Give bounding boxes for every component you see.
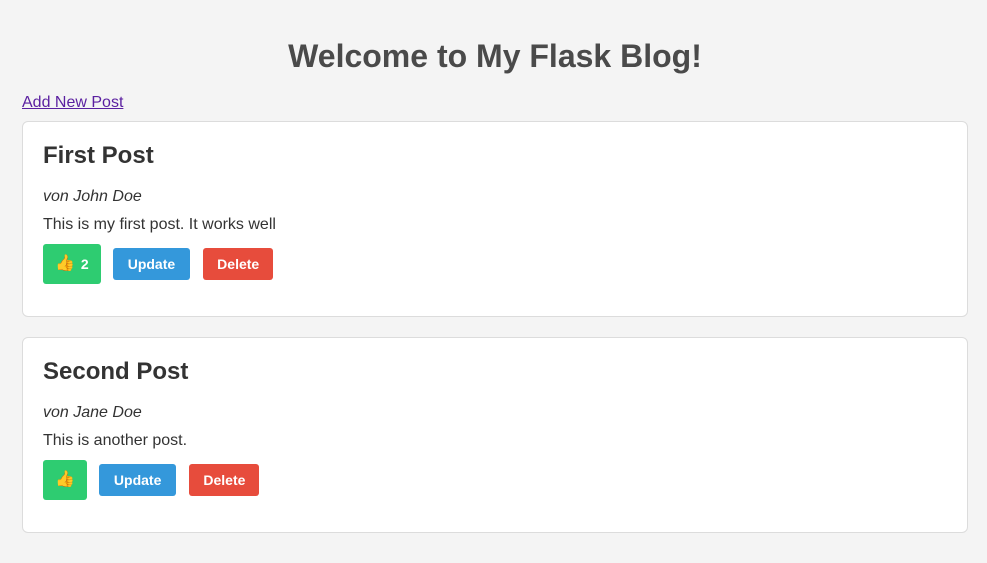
thumbs-up-icon: 👍 — [55, 255, 75, 272]
update-button[interactable]: Update — [112, 248, 191, 280]
thumbs-up-icon: 👍 — [55, 471, 75, 488]
post-actions: 👍 2 Update Delete — [43, 244, 947, 284]
post-content: This is my first post. It works well — [43, 216, 276, 233]
page-title: Welcome to My Flask Blog! — [288, 38, 702, 74]
post-title: First Post — [43, 142, 154, 169]
like-button[interactable]: 👍 2 — [43, 244, 101, 284]
delete-button[interactable]: Delete — [203, 248, 274, 280]
delete-button[interactable]: Delete — [189, 464, 260, 496]
update-button[interactable]: Update — [98, 464, 177, 496]
like-count: 2 — [80, 256, 89, 272]
page: Welcome to My Flask Blog! Add New Post F… — [0, 0, 987, 533]
like-button[interactable]: 👍 — [43, 460, 87, 500]
post-actions: 👍 Update Delete — [43, 460, 947, 500]
post-card: First Post von John Doe This is my first… — [22, 121, 968, 317]
post-author: von John Doe — [43, 188, 142, 205]
post-title: Second Post — [43, 358, 189, 385]
add-new-post-link[interactable]: Add New Post — [22, 94, 123, 112]
post-author: von Jane Doe — [43, 404, 142, 421]
post-card: Second Post von Jane Doe This is another… — [22, 337, 968, 533]
post-content: This is another post. — [43, 432, 188, 449]
